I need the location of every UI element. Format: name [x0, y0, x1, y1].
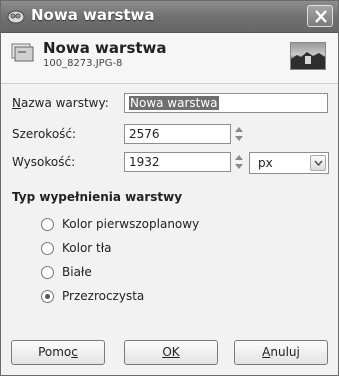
width-value: 2576: [129, 127, 160, 141]
width-spin-arrows[interactable]: [233, 124, 245, 144]
window-title: Nowa warstwa: [31, 6, 155, 24]
radio-label: Kolor tła: [62, 241, 112, 255]
cancel-button[interactable]: Anuluj: [234, 340, 328, 365]
width-input[interactable]: 2576: [124, 124, 231, 144]
help-button[interactable]: Pomoc: [11, 340, 105, 365]
image-thumbnail: [290, 42, 326, 70]
image-name: 100_8273.JPG-8: [43, 58, 123, 69]
ok-button[interactable]: OK: [124, 340, 218, 365]
dialog-header: Nowa warstwa 100_8273.JPG-8: [1, 33, 338, 84]
help-label: Pomo: [38, 345, 72, 359]
height-label: Wysokość:: [12, 155, 76, 169]
layer-name-value: Nowa warstwa: [129, 96, 219, 110]
unit-select[interactable]: px: [249, 152, 329, 174]
help-mnemonic: c: [71, 345, 78, 359]
width-label: Szerokość:: [12, 127, 77, 141]
close-button[interactable]: [307, 5, 333, 27]
radio-button-selected[interactable]: [41, 290, 54, 303]
ok-label: OK: [162, 345, 180, 359]
unit-value: px: [258, 156, 273, 170]
title-bar[interactable]: Nowa warstwa: [1, 1, 338, 33]
radio-button[interactable]: [41, 218, 54, 231]
height-value: 1932: [129, 155, 160, 169]
height-spin-arrows[interactable]: [233, 152, 245, 172]
height-input[interactable]: 1932: [124, 152, 231, 172]
chevron-down-icon[interactable]: [310, 155, 326, 171]
layer-icon: [11, 43, 34, 62]
radio-button[interactable]: [41, 266, 54, 279]
header-title: Nowa warstwa: [43, 39, 167, 57]
layer-name-label: Nazwa warstwy:: [12, 96, 109, 110]
dialog-window: Nowa warstwa Nowa warstwa 100_8273.JPG-8…: [0, 0, 339, 376]
gimp-icon: [7, 10, 25, 24]
cancel-label: nuluj: [270, 345, 300, 359]
radio-label: Kolor pierwszoplanowy: [62, 217, 200, 231]
close-icon: [315, 10, 327, 23]
radio-label: Białe: [62, 265, 92, 279]
layer-name-input[interactable]: Nowa warstwa: [124, 93, 328, 113]
fill-type-heading: Typ wypełnienia warstwy: [12, 190, 183, 204]
radio-label: Przezroczysta: [62, 289, 145, 303]
radio-button[interactable]: [41, 242, 54, 255]
